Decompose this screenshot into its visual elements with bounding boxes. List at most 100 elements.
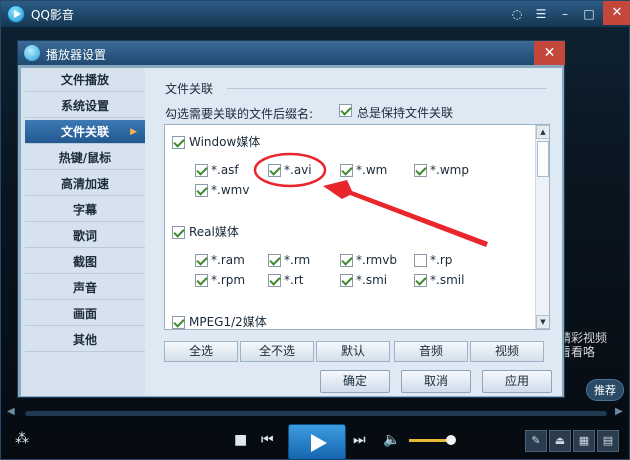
dialog-title: 播放器设置 <box>46 48 107 62</box>
checkbox[interactable] <box>339 104 352 117</box>
ext-asf[interactable]: *.asf <box>195 163 239 177</box>
ext-wm[interactable]: *.wm <box>340 163 387 177</box>
nav-audio[interactable]: 声音 <box>25 276 145 300</box>
checkbox[interactable] <box>195 164 208 177</box>
audio-button[interactable]: 音频 <box>394 341 468 362</box>
scroll-thumb[interactable] <box>537 141 549 177</box>
ext-rpm[interactable]: *.rpm <box>195 273 245 287</box>
list-scrollbar[interactable]: ▲ ▼ <box>535 125 549 329</box>
default-button[interactable]: 默认 <box>316 341 390 362</box>
maximize-icon[interactable]: □ <box>579 4 599 24</box>
nav-hotkey-mouse[interactable]: 热键/鼠标 <box>25 146 145 170</box>
ext-avi[interactable]: *.avi <box>268 163 312 177</box>
checkbox[interactable] <box>172 316 185 329</box>
nav-screenshot[interactable]: 截图 <box>25 250 145 274</box>
title-bar: QQ影音 ◌ ☰ – □ ✕ <box>1 1 630 27</box>
ok-button[interactable]: 确定 <box>320 370 390 393</box>
ext-label: *.asf <box>211 163 239 177</box>
nav-video[interactable]: 画面 <box>25 302 145 326</box>
next-icon[interactable]: ⏭ <box>353 432 366 448</box>
checkbox[interactable] <box>340 164 353 177</box>
scroll-down-icon[interactable]: ▼ <box>536 315 549 329</box>
volume-icon[interactable]: 🔈 <box>383 432 400 448</box>
group-label: Real媒体 <box>189 225 239 239</box>
ext-ram[interactable]: *.ram <box>195 253 245 267</box>
checkbox[interactable] <box>268 274 281 287</box>
nav-system-settings[interactable]: 系统设置 <box>25 94 145 118</box>
group-label: MPEG1/2媒体 <box>189 315 267 329</box>
prev-icon[interactable]: ⏮ <box>261 432 274 448</box>
playlist-icon[interactable]: ▦ <box>573 430 595 452</box>
nav-hd-acceleration[interactable]: 高清加速 <box>25 172 145 196</box>
ext-smil[interactable]: *.smil <box>414 273 464 287</box>
volume-knob[interactable] <box>446 435 456 445</box>
settings-sidebar: 文件播放 系统设置 文件关联 ▶ 热键/鼠标 高清加速 字幕 歌词 截图 声音 画… <box>21 68 145 396</box>
nav-label: 文件关联 <box>60 125 109 139</box>
nav-file-association[interactable]: 文件关联 ▶ <box>25 120 145 144</box>
select-all-button[interactable]: 全选 <box>164 341 238 362</box>
checkbox[interactable] <box>340 274 353 287</box>
group-label: Window媒体 <box>189 135 261 149</box>
checkbox[interactable] <box>195 254 208 267</box>
checkbox[interactable] <box>414 164 427 177</box>
settings-dialog: 播放器设置 ✕ 文件播放 系统设置 文件关联 ▶ 热键/鼠标 高清加速 字幕 歌词… <box>17 40 565 398</box>
seek-bar[interactable] <box>25 411 607 416</box>
play-icon[interactable] <box>288 424 346 460</box>
skin-icon[interactable]: ◌ <box>507 4 527 24</box>
ext-label: *.rt <box>284 273 304 287</box>
app-logo-icon <box>7 5 25 23</box>
ext-wmv[interactable]: *.wmv <box>195 183 249 197</box>
always-keep-checkbox[interactable]: 总是保持文件关联 <box>339 103 453 120</box>
nav-subtitles[interactable]: 字幕 <box>25 198 145 222</box>
footprint-icon[interactable]: ⁂ <box>15 431 29 447</box>
nav-label: 高清加速 <box>60 177 109 191</box>
eject-icon[interactable]: ⏏ <box>549 430 571 452</box>
ext-label: *.ram <box>211 253 245 267</box>
ext-rp[interactable]: *.rp <box>414 253 452 267</box>
checkbox[interactable] <box>172 226 185 239</box>
video-button[interactable]: 视频 <box>470 341 544 362</box>
dialog-close-icon[interactable]: ✕ <box>534 41 565 65</box>
nav-other[interactable]: 其他 <box>25 328 145 352</box>
select-none-button[interactable]: 全不选 <box>240 341 314 362</box>
ext-rm[interactable]: *.rm <box>268 253 310 267</box>
seek-back-icon[interactable]: ◀ <box>7 406 15 417</box>
ext-label: *.wm <box>356 163 388 177</box>
checkbox[interactable] <box>195 184 208 197</box>
ext-label: *.rp <box>430 253 453 267</box>
group-real-media[interactable]: Real媒体 <box>172 223 239 240</box>
checkbox[interactable] <box>268 254 281 267</box>
section-divider <box>227 88 547 89</box>
ext-label: *.rm <box>284 253 311 267</box>
ext-wmp[interactable]: *.wmp <box>414 163 469 177</box>
checkbox[interactable] <box>414 274 427 287</box>
nav-lyrics[interactable]: 歌词 <box>25 224 145 248</box>
fullscreen-icon[interactable]: ▤ <box>597 430 619 452</box>
stop-icon[interactable]: ■ <box>234 432 247 448</box>
nav-file-playback[interactable]: 文件播放 <box>25 68 145 92</box>
cancel-button[interactable]: 取消 <box>401 370 471 393</box>
menu-icon[interactable]: ☰ <box>531 4 551 24</box>
promo-text[interactable]: 精彩视频 看看咯 <box>559 331 629 359</box>
nav-label: 热键/鼠标 <box>58 151 112 165</box>
seek-forward-icon[interactable]: ▶ <box>615 406 623 417</box>
settings-icon[interactable]: ✎ <box>525 430 547 452</box>
apply-button[interactable]: 应用 <box>482 370 552 393</box>
checkbox[interactable] <box>195 274 208 287</box>
checkbox[interactable] <box>172 136 185 149</box>
scroll-up-icon[interactable]: ▲ <box>536 125 549 139</box>
minimize-icon[interactable]: – <box>555 4 575 24</box>
hint-text: 勾选需要关联的文件后缀名: <box>165 107 314 121</box>
close-icon[interactable]: ✕ <box>603 1 630 25</box>
ext-rt[interactable]: *.rt <box>268 273 303 287</box>
checkbox[interactable] <box>268 164 281 177</box>
checkbox[interactable] <box>414 254 427 267</box>
group-windows-media[interactable]: Window媒体 <box>172 133 260 150</box>
recommend-button[interactable]: 推荐 <box>586 379 624 401</box>
checkbox[interactable] <box>340 254 353 267</box>
ext-label: *.wmp <box>430 163 469 177</box>
extension-list[interactable]: Window媒体 *.asf *.avi *.wm *.wmp *.wmv Re… <box>164 124 550 330</box>
ext-rmvb[interactable]: *.rmvb <box>340 253 397 267</box>
group-mpeg-media[interactable]: MPEG1/2媒体 <box>172 313 267 329</box>
ext-smi[interactable]: *.smi <box>340 273 387 287</box>
